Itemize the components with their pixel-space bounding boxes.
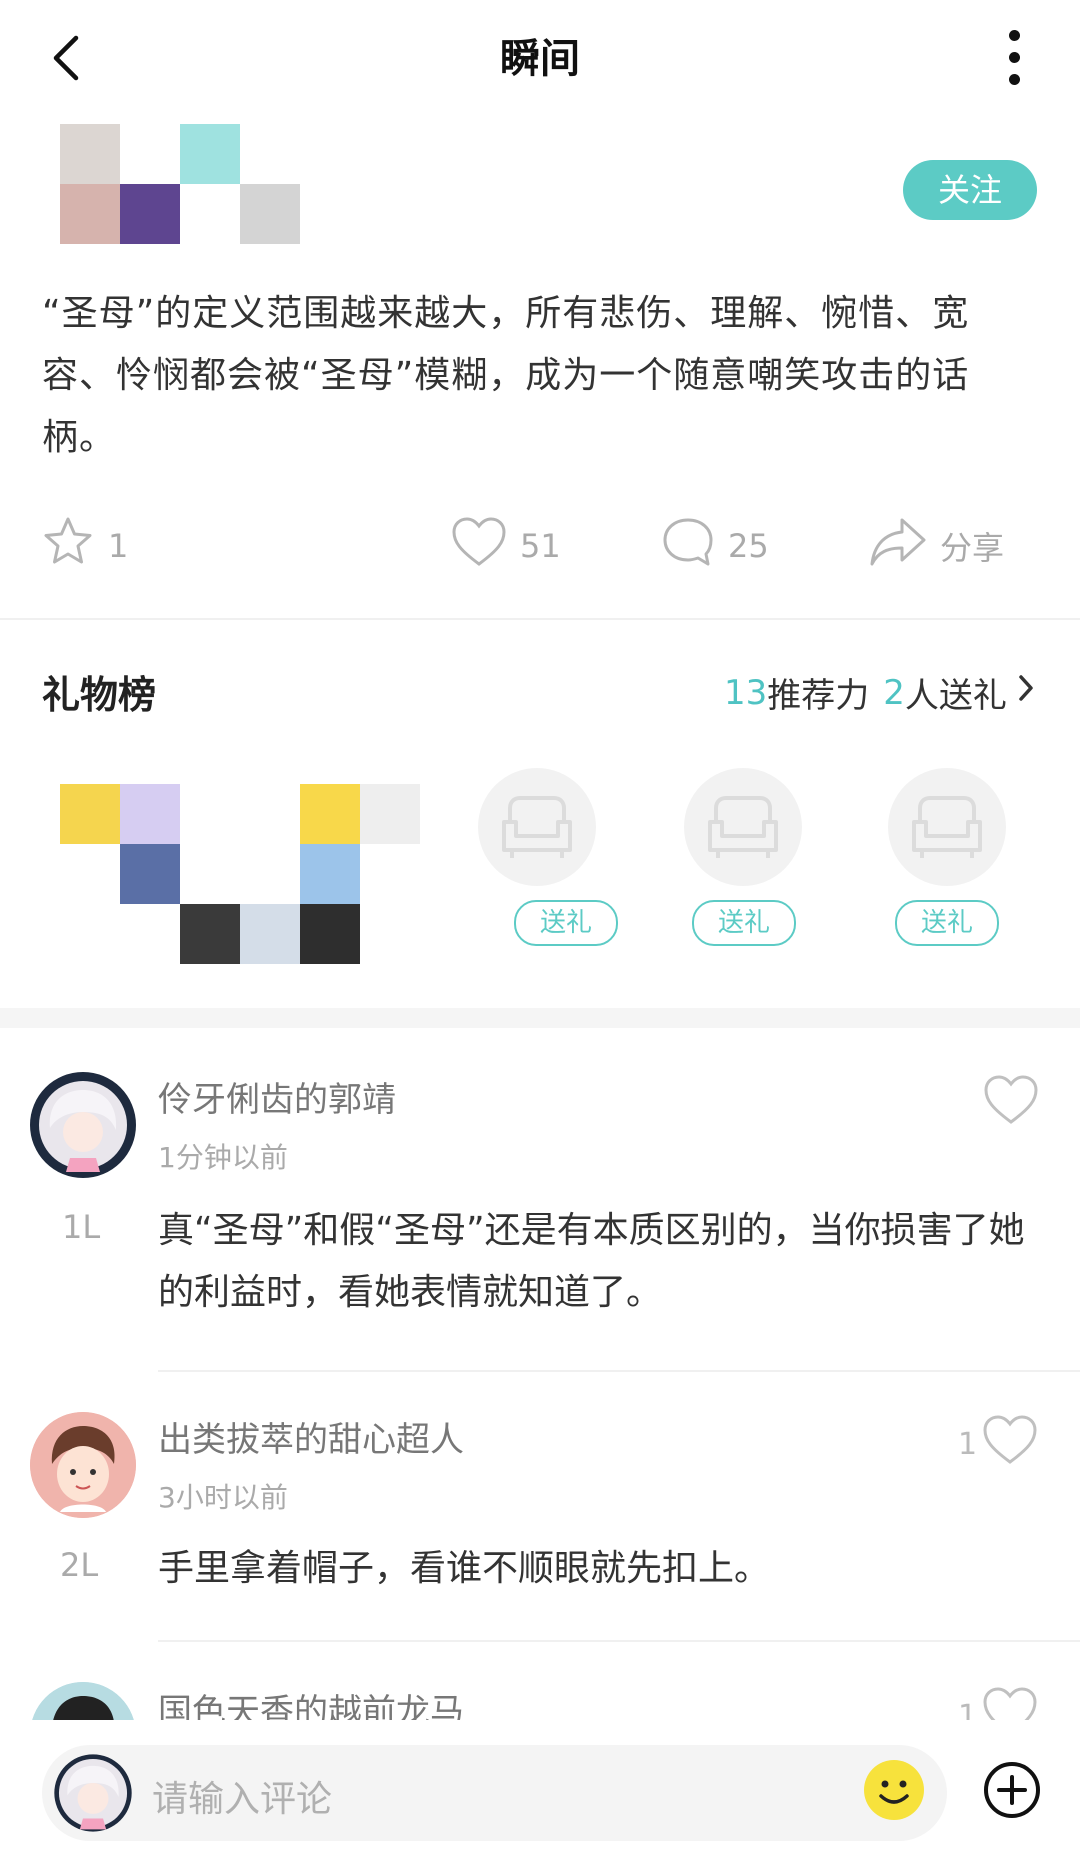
comment-like-button[interactable] bbox=[982, 1074, 1040, 1134]
comment-like-count: 1 bbox=[958, 1426, 978, 1462]
share-icon bbox=[868, 514, 928, 578]
star-icon bbox=[40, 514, 96, 578]
top-bar: 瞬间 bbox=[0, 0, 1080, 110]
recommend-count: 13 bbox=[724, 672, 768, 713]
follow-button[interactable]: 关注 bbox=[903, 160, 1037, 220]
comment-action[interactable]: 25 bbox=[660, 516, 769, 576]
comment-text: 真“圣母”和假“圣母”还是有本质区别的，当你损害了她的利益时，看她表情就知道了。 bbox=[158, 1210, 1025, 1313]
emoji-icon[interactable] bbox=[862, 1758, 926, 1822]
send-gift-button[interactable]: 送礼 bbox=[692, 900, 796, 946]
comment-floor: 1L bbox=[62, 1208, 101, 1246]
divider bbox=[158, 1370, 1080, 1372]
my-avatar bbox=[52, 1752, 134, 1834]
send-gift-button[interactable]: 送礼 bbox=[514, 900, 618, 946]
comment-author[interactable]: 出类拔萃的甜心超人 bbox=[158, 1412, 464, 1461]
comment-count: 25 bbox=[728, 527, 769, 565]
avatar[interactable] bbox=[30, 1072, 136, 1178]
author-avatar[interactable] bbox=[60, 124, 300, 244]
heart-icon bbox=[982, 1074, 1040, 1134]
comment-text: 手里拿着帽子，看谁不顺眼就先扣上。 bbox=[158, 1548, 771, 1589]
comment-like-button[interactable]: 1 bbox=[958, 1414, 1039, 1474]
sofa-icon bbox=[912, 796, 982, 858]
divider bbox=[0, 618, 1080, 620]
divider bbox=[158, 1640, 1080, 1642]
comment-time: 3小时以前 bbox=[158, 1481, 288, 1514]
post-text: “圣母”的定义范围越来越大，所有悲伤、理解、惋惜、宽容、怜悯都会被“圣母”模糊，… bbox=[42, 293, 970, 458]
send-gift-button[interactable]: 送礼 bbox=[895, 900, 999, 946]
share-label: 分享 bbox=[940, 529, 1005, 567]
like-action[interactable]: 51 bbox=[450, 516, 561, 576]
share-action[interactable]: 分享 bbox=[868, 516, 1004, 576]
comment-input-placeholder[interactable]: 请输入评论 bbox=[152, 1770, 332, 1822]
favorite-action[interactable]: 1 bbox=[40, 516, 128, 576]
heart-icon bbox=[981, 1414, 1039, 1474]
heart-icon bbox=[450, 516, 508, 576]
giver-label: 人送礼 bbox=[904, 676, 1007, 716]
empty-gift-slot bbox=[888, 768, 1006, 886]
add-icon[interactable] bbox=[982, 1760, 1042, 1820]
recommend-label: 推荐力 bbox=[767, 676, 870, 716]
like-count: 51 bbox=[520, 527, 561, 565]
sofa-icon bbox=[708, 796, 778, 858]
giver-count: 2 bbox=[883, 672, 905, 713]
comment-floor: 2L bbox=[60, 1546, 99, 1584]
comment-bubble-icon bbox=[660, 514, 716, 578]
more-options-icon[interactable] bbox=[995, 26, 1035, 90]
empty-gift-slot bbox=[478, 768, 596, 886]
comment-author[interactable]: 伶牙俐齿的郭靖 bbox=[158, 1072, 396, 1121]
star-count: 1 bbox=[108, 527, 129, 565]
section-divider bbox=[0, 1008, 1080, 1028]
empty-gift-slot bbox=[684, 768, 802, 886]
sofa-icon bbox=[502, 796, 572, 858]
comment-time: 1分钟以前 bbox=[158, 1141, 288, 1174]
gift-stats[interactable]: 13 推荐力 2 人送礼 bbox=[724, 668, 1037, 717]
avatar[interactable] bbox=[30, 1412, 136, 1518]
page-title: 瞬间 bbox=[500, 36, 580, 82]
chevron-right-icon bbox=[1015, 671, 1037, 714]
gift-ranking-title: 礼物榜 bbox=[42, 673, 157, 717]
